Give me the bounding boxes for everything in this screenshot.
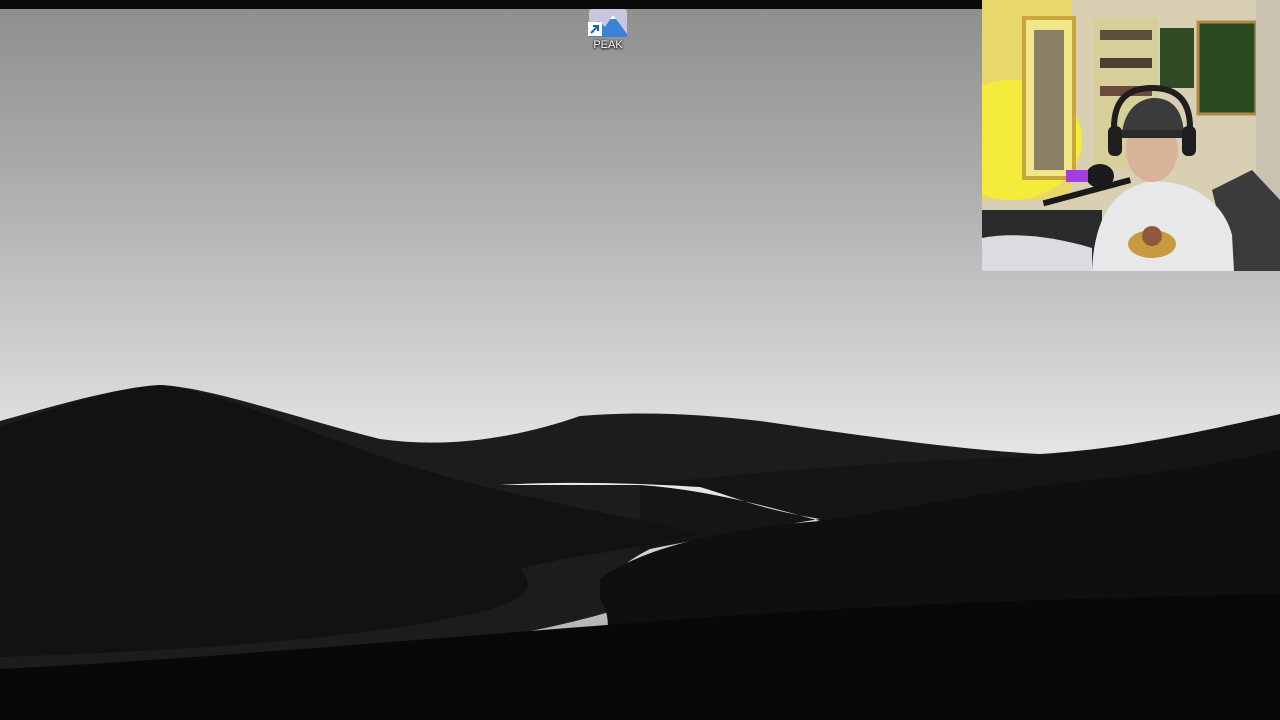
desktop-shortcut-label: PEAK	[593, 39, 623, 51]
peak-mountain-icon	[586, 9, 630, 37]
webcam-overlay	[982, 0, 1280, 271]
bottom-letterbox	[0, 707, 1280, 720]
webcam-feed-image	[982, 0, 1280, 271]
shortcut-arrow-icon	[588, 22, 602, 36]
desktop-shortcut-peak[interactable]: PEAK	[583, 9, 633, 55]
